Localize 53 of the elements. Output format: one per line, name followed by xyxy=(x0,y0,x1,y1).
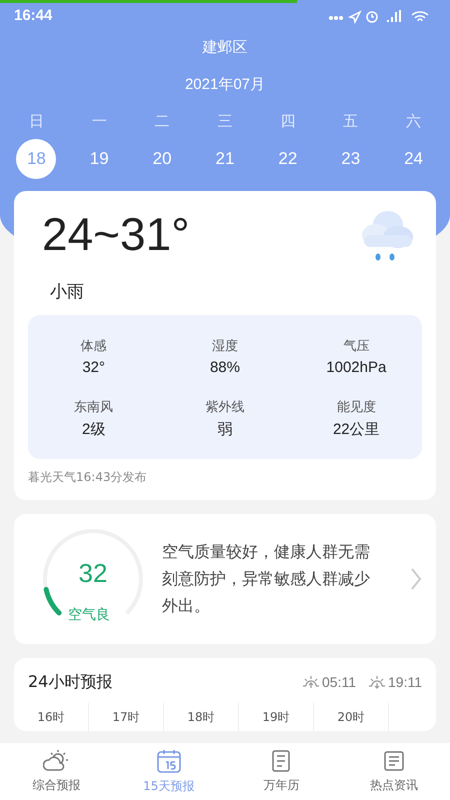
hour-label: 17时 xyxy=(89,702,164,731)
air-advice: 空气质量较好，健康人群无需刻意防护，异常敏感人群减少外出。 xyxy=(162,541,371,618)
detail-label: 能见度 xyxy=(336,398,376,416)
detail-value: 88% xyxy=(210,358,240,376)
weekday-label: 三 xyxy=(217,112,232,131)
weekday-label: 日 xyxy=(28,112,44,131)
temperature-range: 24~31° xyxy=(42,208,190,260)
month-label: 2021年07月 xyxy=(184,75,266,94)
detail-label: 气压 xyxy=(343,338,370,355)
detail-value: 1002hPa xyxy=(326,358,386,376)
aqi-grade: 空气良 xyxy=(68,606,110,624)
detail-label: 紫外线 xyxy=(205,398,244,416)
publish-note: 暮光天气16:43分发布 xyxy=(28,468,148,486)
air-quality-card[interactable]: 32 空气良 空气质量较好，健康人群无需刻意防护，异常敏感人群减少外出。 xyxy=(14,514,436,644)
nav-tab[interactable]: 综合预报 xyxy=(0,743,112,800)
hour-label: 19时 xyxy=(239,702,314,731)
nav-tab[interactable]: 15天预报 xyxy=(112,743,225,800)
hourly-title: 24小时预报 xyxy=(28,672,112,693)
aqi-value: 32 xyxy=(78,558,108,589)
day-item[interactable]: 21 xyxy=(204,139,245,179)
detail-label: 东南风 xyxy=(74,398,114,416)
day-item[interactable]: 20 xyxy=(142,139,182,179)
weekday-label: 一 xyxy=(92,112,107,131)
weather-condition: 小雨 xyxy=(50,280,84,303)
weekday-label: 六 xyxy=(406,112,422,131)
hour-label: 20时 xyxy=(314,702,389,731)
calendar-icon xyxy=(156,748,182,774)
weekday-label: 五 xyxy=(343,112,358,131)
news-icon xyxy=(382,749,406,773)
sunrise-icon xyxy=(302,674,320,690)
day-item[interactable]: 24 xyxy=(394,139,434,179)
detail-value: 32° xyxy=(82,358,105,376)
district-title: 建邺区 xyxy=(201,38,248,57)
detail-value: 22公里 xyxy=(332,420,380,439)
day-item[interactable]: 19 xyxy=(79,139,120,179)
detail-label: 湿度 xyxy=(212,338,238,355)
detail-value: 弱 xyxy=(217,420,232,439)
weekday-label: 四 xyxy=(280,112,296,131)
nav-tab[interactable]: 万年历 xyxy=(225,743,338,800)
detail-label: 体感 xyxy=(80,338,107,355)
weekday-label: 二 xyxy=(154,112,170,131)
sunset-time: 19:11 xyxy=(388,674,422,690)
hour-label: 18时 xyxy=(164,702,239,731)
sun-cloud-icon xyxy=(43,749,70,773)
nav-tab[interactable]: 热点资讯 xyxy=(338,743,450,800)
detail-value: 2级 xyxy=(82,420,106,439)
status-time: 16:44 xyxy=(14,7,52,24)
sunrise-time: 05:11 xyxy=(322,674,356,690)
sunset-icon xyxy=(368,674,386,690)
hour-label: 16时 xyxy=(14,702,89,731)
day-item[interactable]: 22 xyxy=(268,139,308,179)
day-item[interactable]: 23 xyxy=(330,139,371,179)
chevron-right-icon xyxy=(410,566,422,591)
